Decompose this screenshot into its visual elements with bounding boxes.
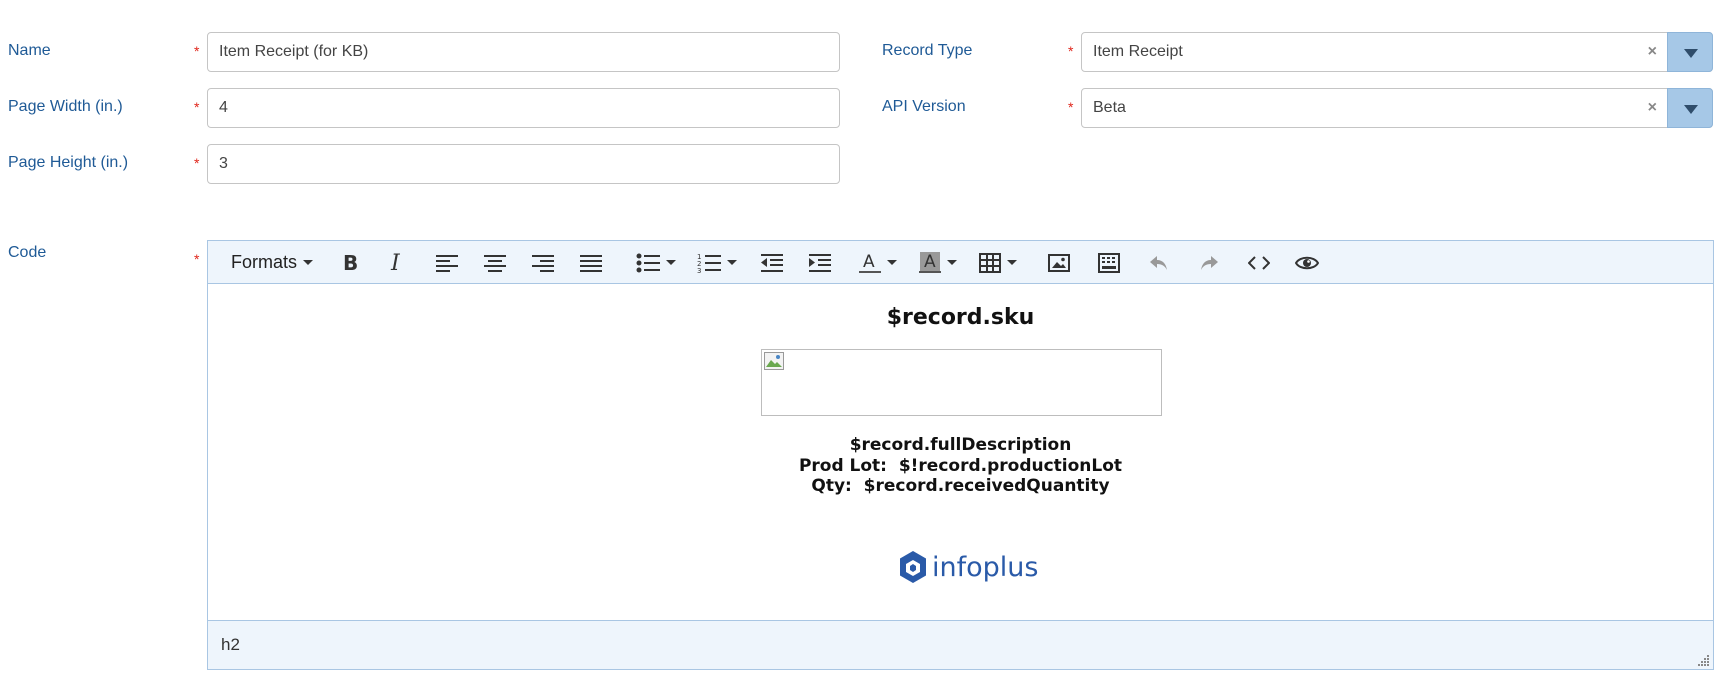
source-code-icon[interactable] bbox=[1242, 241, 1276, 284]
bold-icon[interactable]: B bbox=[333, 241, 367, 284]
text-color-caret-icon bbox=[887, 260, 897, 265]
svg-text:A: A bbox=[924, 252, 936, 272]
align-center-icon[interactable] bbox=[478, 241, 512, 284]
record-type-select[interactable]: Item Receipt × bbox=[1081, 32, 1713, 72]
undo-icon[interactable] bbox=[1142, 241, 1176, 284]
code-editor[interactable]: Formats B I 123 A A $record.sku $record.… bbox=[207, 240, 1714, 670]
record-type-dropdown-button[interactable] bbox=[1667, 32, 1713, 72]
editor-content[interactable]: $record.sku $record.fullDescription Prod… bbox=[208, 285, 1713, 622]
page-height-input-value: 3 bbox=[219, 155, 228, 172]
api-version-select[interactable]: Beta × bbox=[1081, 88, 1713, 128]
page-width-required-marker: * bbox=[194, 99, 200, 115]
record-type-required-marker: * bbox=[1068, 43, 1074, 59]
page-height-input[interactable]: 3 bbox=[207, 144, 840, 184]
record-type-clear-icon[interactable]: × bbox=[1648, 33, 1657, 71]
page-height-label: Page Height (in.) bbox=[8, 154, 129, 171]
align-right-icon[interactable] bbox=[526, 241, 560, 284]
bullet-list-icon[interactable] bbox=[632, 241, 680, 284]
numbered-list-caret-icon bbox=[727, 260, 737, 265]
redo-icon[interactable] bbox=[1192, 241, 1226, 284]
code-label: Code bbox=[8, 244, 47, 261]
name-input-value: Item Receipt (for KB) bbox=[219, 43, 369, 60]
broken-image-placeholder bbox=[761, 349, 1162, 416]
background-color-icon[interactable]: A bbox=[913, 241, 963, 284]
content-prod-lot: Prod Lot: $!record.productionLot bbox=[798, 456, 1123, 476]
italic-icon[interactable]: I bbox=[381, 241, 415, 284]
name-required-marker: * bbox=[194, 43, 200, 59]
api-version-clear-icon[interactable]: × bbox=[1648, 89, 1657, 127]
table-caret-icon bbox=[1007, 260, 1017, 265]
element-path[interactable]: h2 bbox=[221, 635, 240, 655]
content-description: $record.fullDescription bbox=[849, 435, 1072, 455]
svg-text:I: I bbox=[390, 253, 401, 273]
editor-statusbar: h2 bbox=[208, 620, 1713, 669]
svg-text:B: B bbox=[343, 253, 358, 273]
page-width-input[interactable]: 4 bbox=[207, 88, 840, 128]
svg-text:3: 3 bbox=[697, 267, 701, 274]
numbered-list-icon[interactable]: 123 bbox=[693, 241, 741, 284]
name-label: Name bbox=[8, 42, 51, 59]
align-left-icon[interactable] bbox=[430, 241, 464, 284]
indent-icon[interactable] bbox=[803, 241, 837, 284]
content-heading: $record.sku bbox=[886, 305, 1035, 330]
broken-image-icon bbox=[764, 352, 784, 370]
editor-toolbar: Formats B I 123 A A bbox=[208, 241, 1713, 284]
page-width-label: Page Width (in.) bbox=[8, 98, 123, 115]
infoplus-logo-icon bbox=[900, 551, 926, 583]
align-justify-icon[interactable] bbox=[574, 241, 608, 284]
background-color-caret-icon bbox=[947, 260, 957, 265]
preview-icon[interactable] bbox=[1290, 241, 1324, 284]
page-width-input-value: 4 bbox=[219, 99, 228, 116]
template-icon[interactable] bbox=[1092, 241, 1126, 284]
api-version-dropdown-button[interactable] bbox=[1667, 88, 1713, 128]
record-type-label: Record Type bbox=[882, 42, 973, 59]
api-version-label: API Version bbox=[882, 98, 966, 115]
svg-text:A: A bbox=[863, 252, 875, 272]
api-version-required-marker: * bbox=[1068, 99, 1074, 115]
infoplus-logo: infoplus bbox=[898, 547, 1038, 587]
bullet-list-caret-icon bbox=[666, 260, 676, 265]
infoplus-logo-text: infoplus bbox=[932, 551, 1039, 583]
formats-dropdown[interactable]: Formats bbox=[224, 241, 320, 284]
code-required-marker: * bbox=[194, 251, 200, 267]
image-icon[interactable] bbox=[1042, 241, 1076, 284]
content-qty: Qty: $record.receivedQuantity bbox=[811, 476, 1110, 496]
outdent-icon[interactable] bbox=[755, 241, 789, 284]
table-icon[interactable] bbox=[973, 241, 1023, 284]
record-type-value: Item Receipt bbox=[1093, 43, 1183, 60]
name-input[interactable]: Item Receipt (for KB) bbox=[207, 32, 840, 72]
text-color-icon[interactable]: A bbox=[853, 241, 903, 284]
api-version-value: Beta bbox=[1093, 99, 1126, 116]
formats-label: Formats bbox=[230, 252, 297, 272]
resize-handle-icon[interactable] bbox=[1698, 654, 1710, 666]
chevron-down-icon bbox=[303, 260, 313, 265]
page-height-required-marker: * bbox=[194, 155, 200, 171]
